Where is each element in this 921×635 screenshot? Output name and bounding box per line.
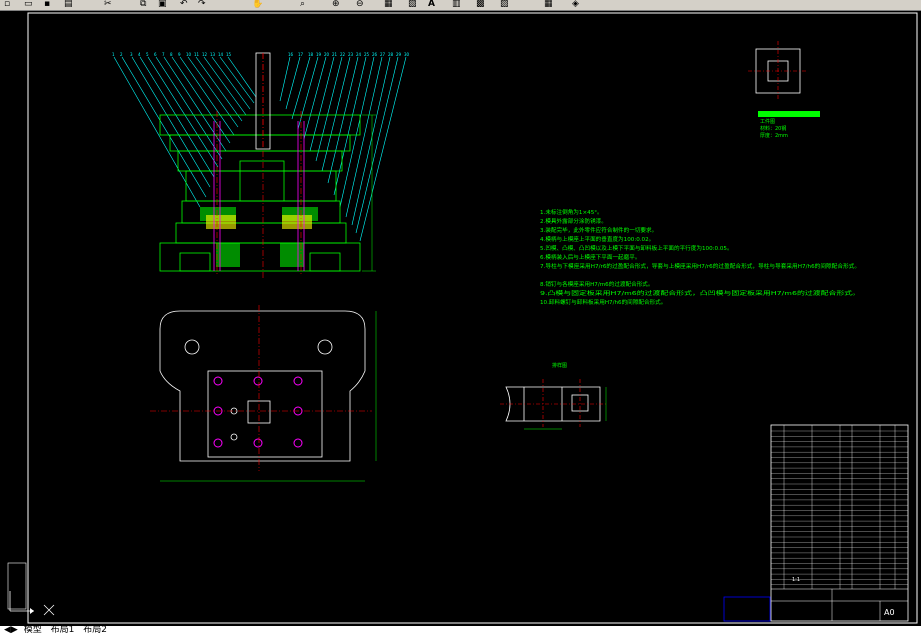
svg-text:24: 24 (356, 52, 362, 57)
svg-text:29: 29 (396, 52, 402, 57)
sheet-set-icon[interactable]: ▩ (476, 0, 485, 9)
svg-text:9: 9 (178, 52, 181, 57)
note-5: 5.凹模、凸模、凸凹模以及上模下平面与卸料板上平面的平行度为100:0.05。 (540, 244, 733, 252)
part-info-thickness: 厚度：2mm (760, 132, 788, 139)
tab-model[interactable]: 模型 (21, 626, 45, 635)
drawing-area[interactable]: 123 456 789 10 11 12 13 14 15 16 17 18 19 20 21 … (0, 11, 921, 626)
svg-text:6: 6 (154, 52, 157, 57)
note-3: 3.装配完毕，此外零件应符合制件的一切要求。 (540, 226, 657, 234)
tab-layout1[interactable]: 布局1 (48, 626, 78, 635)
svg-text:16: 16 (288, 52, 294, 57)
svg-text:11: 11 (194, 52, 200, 57)
bom-rows (771, 430, 908, 585)
svg-text:18: 18 (308, 52, 314, 57)
zoom-icon[interactable]: ⌕ (300, 0, 305, 9)
svg-text:2: 2 (120, 52, 123, 57)
svg-text:14: 14 (218, 52, 224, 57)
save-icon[interactable]: ▪ (44, 0, 50, 9)
standard-toolbar: ▫ ▭ ▪ ▤ ✂ ⧉ ▣ ↶ ↷ ✋ ⌕ ⊕ ⊖ ▦ ▧ A ▥ ▩ ▨ ▦ … (0, 0, 921, 11)
cut-icon[interactable]: ✂ (104, 0, 112, 9)
svg-text:21: 21 (332, 52, 338, 57)
svg-text:15: 15 (226, 52, 232, 57)
pin-holes (230, 407, 238, 441)
svg-text:28: 28 (388, 52, 394, 57)
strip-label: 排样图 (552, 362, 567, 369)
die-plate (207, 370, 323, 458)
layout-tabs-bar: ◀▶ 模型 布局1 布局2 (0, 626, 921, 635)
ejector-rubber (206, 215, 312, 229)
redo-icon[interactable]: ↷ (198, 0, 206, 9)
new-icon[interactable]: ▫ (4, 0, 10, 9)
tool-palette-icon[interactable]: ▥ (452, 0, 461, 9)
part-drawing: 工件图 材料：20钢 厚度：2mm (748, 41, 820, 139)
copy-icon[interactable]: ⧉ (140, 0, 146, 9)
screw-holes (213, 376, 303, 448)
paste-icon[interactable]: ▣ (158, 0, 167, 9)
part-label: 工件图 (760, 118, 775, 125)
svg-text:12: 12 (202, 52, 208, 57)
revision-block (723, 596, 771, 622)
markup-icon[interactable]: ▨ (500, 0, 509, 9)
zoom-previous-icon[interactable]: ⊖ (356, 0, 364, 9)
calculator-icon[interactable]: ▦ (544, 0, 553, 9)
undo-icon[interactable]: ↶ (180, 0, 188, 9)
svg-text:19: 19 (316, 52, 322, 57)
plan-dimensions (160, 311, 377, 482)
svg-text:22: 22 (340, 52, 346, 57)
technical-notes: 1.未标注倒角为1×45°。 2.模具外露部分涂防锈漆。 3.装配完毕，此外零件… (540, 208, 860, 306)
svg-text:3: 3 (130, 52, 133, 57)
print-icon[interactable]: ▤ (64, 0, 73, 9)
svg-text:5: 5 (146, 52, 149, 57)
part-info-material: 材料：20钢 (760, 125, 786, 132)
svg-text:7: 7 (162, 52, 165, 57)
lower-die-outline (159, 310, 366, 462)
sheet-size: A0 (884, 608, 895, 617)
nav-arrows-icon[interactable]: ◀▶ (4, 626, 18, 635)
scale-value: 1:1 (792, 577, 800, 583)
bill-of-materials: 1:1 A0 (723, 424, 909, 622)
svg-text:8: 8 (170, 52, 173, 57)
svg-text:4: 4 (138, 52, 141, 57)
sheet-border (27, 12, 918, 624)
note-2: 2.模具外露部分涂防锈漆。 (540, 217, 607, 225)
note-7: 7.导柱与下模座采用H7/r6的过盈配合形式，导套与上模座采用H7/r6的过盈配… (540, 262, 860, 270)
height-dimension (362, 114, 376, 272)
strip-layout: 排样图 (500, 362, 607, 430)
svg-text:20: 20 (324, 52, 330, 57)
guide-hole-left (184, 339, 200, 355)
svg-text:13: 13 (210, 52, 216, 57)
plan-view (150, 305, 377, 482)
svg-text:17: 17 (298, 52, 304, 57)
note-10: 10.卸料螺钉与卸料板采用H7/h6的间隙配合形式。 (540, 298, 666, 306)
svg-text:26: 26 (372, 52, 378, 57)
properties-icon[interactable]: ▦ (384, 0, 393, 9)
assembly-section-view: 123 456 789 10 11 12 13 14 15 16 17 18 19 20 21 … (112, 52, 410, 279)
design-center-icon[interactable]: ▧ (408, 0, 417, 9)
note-9: 9.凸模与固定板采用H7/m6的过渡配合形式，凸凹模与固定板采用H7/m6的过渡… (540, 289, 860, 297)
layer-icon[interactable]: ◈ (572, 0, 579, 9)
open-icon[interactable]: ▭ (24, 0, 33, 9)
zoom-window-icon[interactable]: ⊕ (332, 0, 340, 9)
svg-text:25: 25 (364, 52, 370, 57)
note-4: 4.模柄与上模座上平面的垂直度为100:0.02。 (540, 235, 654, 243)
tab-layout2[interactable]: 布局2 (80, 626, 110, 635)
svg-text:1: 1 (112, 52, 115, 57)
pan-icon[interactable]: ✋ (252, 0, 263, 9)
svg-text:23: 23 (348, 52, 354, 57)
svg-text:10: 10 (186, 52, 192, 57)
cad-drawing: 123 456 789 10 11 12 13 14 15 16 17 18 19 20 21 … (7, 12, 918, 624)
svg-text:30: 30 (404, 52, 410, 57)
note-6: 6.模柄装入后与上模座下平面一起磨平。 (540, 253, 640, 261)
guide-hole-right (317, 339, 333, 355)
note-8: 8.销钉与各模座采用H7/m6的过渡配合形式。 (540, 280, 654, 288)
ucs-icon (7, 562, 55, 616)
svg-text:27: 27 (380, 52, 386, 57)
text-style-icon[interactable]: A (428, 0, 435, 9)
note-1: 1.未标注倒角为1×45°。 (540, 208, 603, 216)
